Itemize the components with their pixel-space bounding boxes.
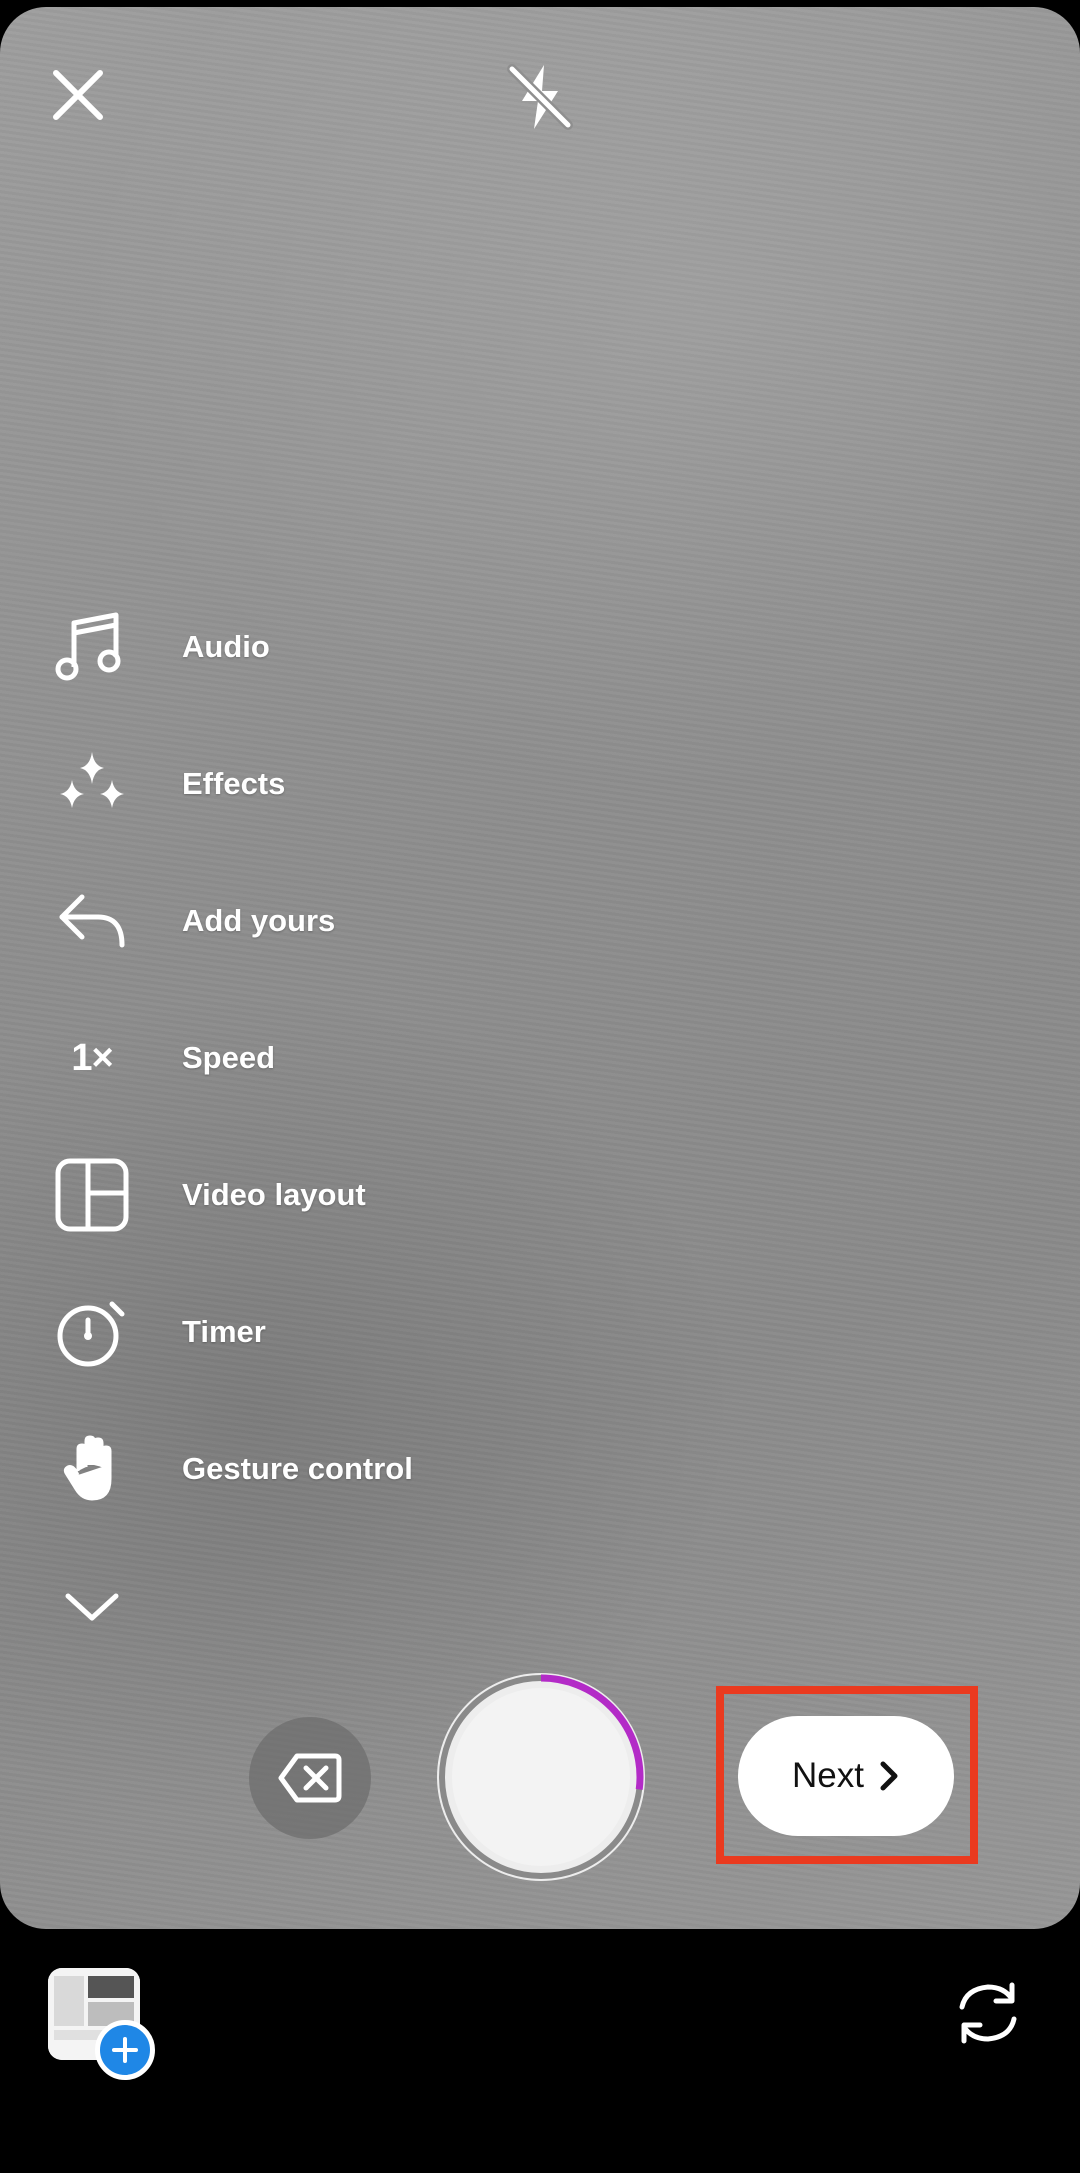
close-icon [53,70,103,120]
tool-add-yours[interactable]: Add yours [50,871,550,971]
delete-clip-button[interactable] [249,1717,371,1839]
more-tools-button[interactable] [50,1556,550,1656]
next-label: Next [792,1756,864,1795]
gallery-add-badge[interactable] [95,2020,155,2080]
backspace-icon [278,1753,342,1803]
music-note-icon [50,605,134,689]
sparkles-icon [50,742,134,826]
flip-camera-icon [959,1982,1017,2044]
tool-label: Video layout [182,1177,366,1212]
timer-icon [50,1290,134,1374]
tool-label: Audio [182,629,270,664]
layout-grid-icon [50,1153,134,1237]
speed-icon: 1× [50,1016,134,1100]
camera-viewfinder[interactable]: Audio Effects Add yours 1× Speed Video l… [0,7,1080,1929]
tool-label: Timer [182,1314,266,1349]
chevron-down-icon [50,1564,134,1648]
reply-arrow-icon [50,879,134,963]
speed-value: 1× [71,1036,113,1079]
flip-camera-button[interactable] [950,1975,1026,2051]
chevron-right-icon [880,1761,898,1791]
tool-effects[interactable]: Effects [50,734,550,834]
shutter-button[interactable] [434,1670,648,1884]
tool-label: Speed [182,1040,276,1075]
next-button[interactable]: Next [738,1716,954,1836]
tool-label: Effects [182,766,286,801]
flash-toggle-button[interactable] [496,53,584,141]
tool-speed[interactable]: 1× Speed [50,1008,550,1108]
tool-label: Add yours [182,903,336,938]
hand-icon [50,1427,134,1511]
flash-off-icon [507,64,573,130]
tool-audio[interactable]: Audio [50,597,550,697]
tool-timer[interactable]: Timer [50,1282,550,1382]
tool-video-layout[interactable]: Video layout [50,1145,550,1245]
plus-icon [112,2037,138,2063]
close-button[interactable] [40,57,116,133]
tool-gesture-control[interactable]: Gesture control [50,1419,550,1519]
tool-label: Gesture control [182,1451,413,1486]
